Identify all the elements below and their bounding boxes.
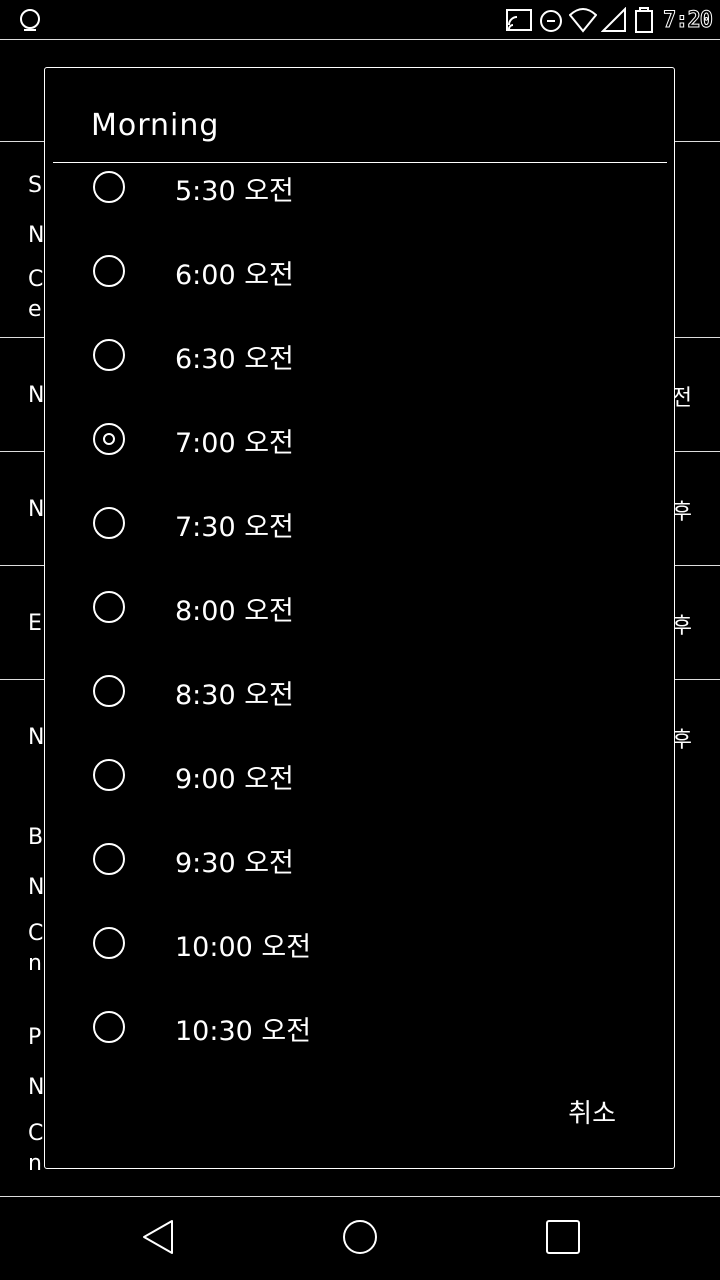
battery-icon [635,7,654,33]
time-option[interactable]: 8:30 오전 [45,667,674,751]
list-item-fragment: N [28,383,45,408]
time-option[interactable]: 7:30 오전 [45,499,674,583]
list-item-fragment: C [28,921,44,946]
radio-button[interactable] [93,927,125,959]
status-bar: 7:20 [0,0,720,40]
radio-button[interactable] [93,675,125,707]
radio-button[interactable] [93,843,125,875]
screen: 7:20 S N C e N 전 N 후 E 후 N 후 B N C n P N… [0,0,720,1280]
list-item-fragment: e [28,297,42,322]
radio-button[interactable] [93,507,125,539]
time-option-label: 10:30 오전 [175,1016,312,1047]
time-option[interactable]: 6:00 오전 [45,247,674,331]
status-icons: 7:20 [505,6,714,34]
list-item-fragment: E [28,611,42,636]
list-item-fragment: N [28,875,45,900]
time-option[interactable]: 5:30 오전 [45,163,674,247]
list-item-fragment: P [28,1025,42,1050]
list-item-fragment: C [28,1121,44,1146]
radio-button[interactable] [93,255,125,287]
wifi-icon [569,8,598,33]
notification-icon [20,9,40,31]
signal-icon [601,7,627,32]
list-item-fragment: N [28,725,45,750]
time-option-label: 9:30 오전 [175,848,294,879]
time-option-label: 7:00 오전 [175,428,294,459]
list-item-fragment: N [28,497,45,522]
radio-button[interactable] [93,339,125,371]
list-item-fragment: B [28,825,44,850]
cast-icon [506,9,533,31]
time-picker-dialog: Morning 5:30 오전 6:00 오전 6:30 오전 7:00 오전 … [44,67,675,1169]
time-option-label: 8:30 오전 [175,680,294,711]
list-item-fragment: N [28,1075,45,1100]
time-option-label: 7:30 오전 [175,512,294,543]
time-option-label: 9:00 오전 [175,764,294,795]
time-option[interactable]: 10:00 오전 [45,919,674,1003]
home-icon[interactable] [340,1217,380,1257]
time-option[interactable]: 6:30 오전 [45,331,674,415]
time-option[interactable]: 9:00 오전 [45,751,674,835]
cancel-button[interactable]: 취소 [562,1089,622,1134]
time-option-label: 6:30 오전 [175,344,294,375]
radio-button[interactable] [93,759,125,791]
time-option-label: 10:00 오전 [175,932,312,963]
list-item-fragment: C [28,267,44,292]
time-option[interactable]: 9:30 오전 [45,835,674,919]
time-option-label: 6:00 오전 [175,260,294,291]
status-clock: 7:20 [663,7,714,33]
list-item-fragment: S [28,173,42,198]
dialog-title: Morning [91,108,220,143]
back-icon[interactable] [138,1217,178,1257]
radio-button[interactable] [93,171,125,203]
alarm-icon [540,10,563,32]
radio-button[interactable] [93,1011,125,1043]
time-option-label: 5:30 오전 [175,176,294,207]
list-item-fragment: N [28,223,45,248]
radio-button[interactable] [93,591,125,623]
list-item-fragment: n [28,951,42,976]
time-option-selected[interactable]: 7:00 오전 [45,415,674,499]
recents-icon[interactable] [543,1217,583,1257]
navigation-bar [0,1196,720,1280]
time-option[interactable]: 8:00 오전 [45,583,674,667]
time-option[interactable]: 10:30 오전 [45,1003,674,1087]
radio-button-checked[interactable] [93,423,125,455]
list-item-fragment: n [28,1151,42,1176]
time-option-label: 8:00 오전 [175,596,294,627]
